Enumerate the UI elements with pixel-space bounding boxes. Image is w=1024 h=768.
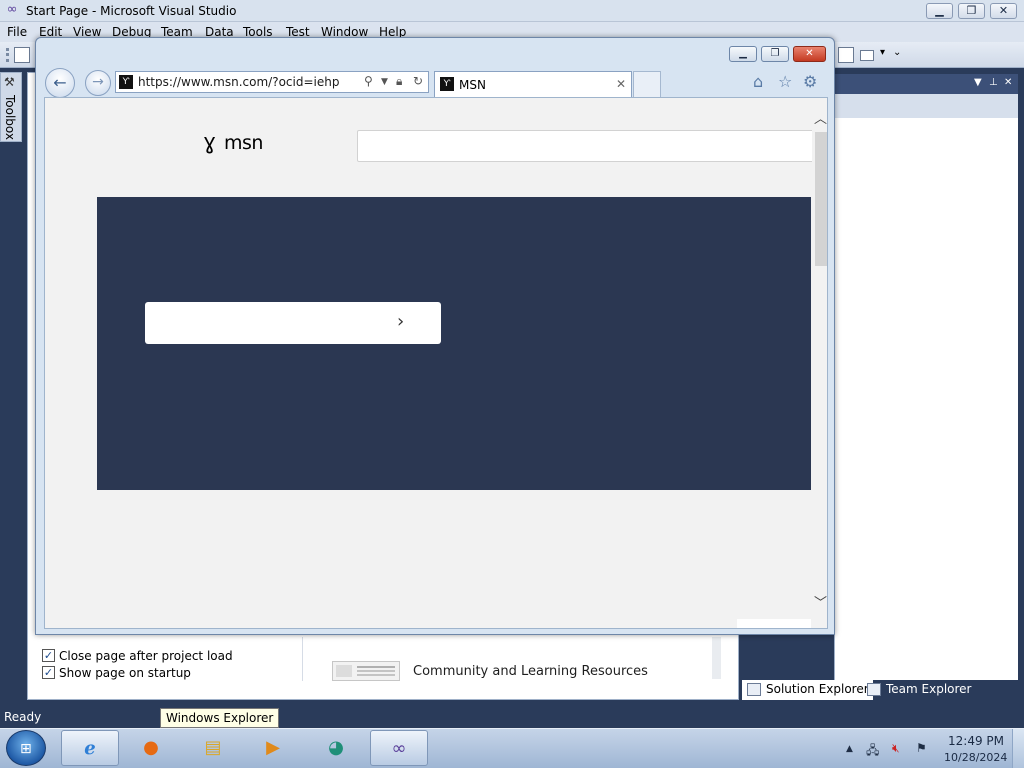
class-view-icon[interactable] xyxy=(838,47,854,63)
tab-team-explorer[interactable]: Team Explorer xyxy=(862,680,976,700)
media-player-icon[interactable]: ▶ xyxy=(244,730,302,766)
solution-explorer-pane xyxy=(834,118,1018,680)
refresh-icon[interactable]: ↻ xyxy=(413,74,423,88)
toolbar-dropdown-icon[interactable]: ▾ xyxy=(880,47,885,58)
internet-explorer-window: ▁ ❐ ✕ ← → Ƴ https://www.msn.com/?ocid=ie… xyxy=(35,37,835,635)
tooltip: Windows Explorer xyxy=(160,708,280,728)
menu-file[interactable]: File xyxy=(7,25,27,39)
close-tab-icon[interactable]: ✕ xyxy=(616,77,626,91)
msn-butterfly-icon: Ƴ xyxy=(440,77,454,91)
visual-studio-logo-icon: ∞ xyxy=(6,2,18,17)
solution-explorer-toolbar xyxy=(834,94,1018,118)
address-bar[interactable]: Ƴ https://www.msn.com/?ocid=iehp ⚲ ▼ 🔒︎ … xyxy=(115,71,429,93)
network-icon[interactable]: 🖧︎ xyxy=(866,741,879,762)
community-resources-link[interactable]: Community and Learning Resources xyxy=(413,664,648,679)
msn-hero-banner: › xyxy=(97,197,811,490)
home-icon[interactable]: ⌂ xyxy=(753,72,763,91)
favorites-star-icon[interactable]: ☆ xyxy=(778,72,792,91)
web-page-viewport: ɣ msn › ︿ ﹀ xyxy=(44,97,828,629)
ie-restore-button[interactable]: ❐ xyxy=(761,46,789,62)
clock-date[interactable]: 10/28/2024 xyxy=(944,751,1007,764)
status-text: Ready xyxy=(4,710,42,724)
msn-butterfly-icon: ɣ xyxy=(203,130,217,155)
msn-logo[interactable]: ɣ msn xyxy=(203,130,273,158)
solution-explorer-header: ▼ ⊥ ✕ xyxy=(834,74,1018,94)
pin-icon[interactable]: ⊥ xyxy=(989,77,998,88)
new-project-icon[interactable] xyxy=(14,47,30,63)
forward-arrow-icon[interactable]: → xyxy=(85,70,111,96)
scrollbar-thumb[interactable] xyxy=(815,132,827,266)
team-explorer-icon xyxy=(867,683,881,696)
new-tab-button[interactable] xyxy=(633,71,661,97)
settings-gear-icon[interactable]: ⚙ xyxy=(803,72,817,91)
window-title: Start Page - Microsoft Visual Studio xyxy=(26,4,237,18)
solution-explorer-icon xyxy=(747,683,761,696)
back-arrow-icon[interactable]: ← xyxy=(45,68,75,98)
edge-icon[interactable]: ◕ xyxy=(307,730,365,766)
scroll-down-icon[interactable]: ﹀ xyxy=(814,592,827,611)
start-page-divider xyxy=(302,637,303,681)
clock-time[interactable]: 12:49 PM xyxy=(948,734,1004,748)
close-button[interactable]: ✕ xyxy=(990,3,1017,19)
volume-muted-icon[interactable]: 🔇︎ xyxy=(892,741,900,756)
restore-button[interactable]: ❐ xyxy=(958,3,985,19)
toolbar-grip[interactable] xyxy=(6,48,9,62)
ie-minimize-button[interactable]: ▁ xyxy=(729,46,757,62)
tab-solution-explorer[interactable]: Solution Explorer xyxy=(742,680,873,700)
ie-close-button[interactable]: ✕ xyxy=(793,46,826,62)
close-icon[interactable]: ✕ xyxy=(1004,77,1012,88)
toolbox-icon: ⚒ xyxy=(4,75,15,89)
tab-title: MSN xyxy=(459,78,486,92)
start-page-scrollbar[interactable] xyxy=(712,637,721,679)
msn-logo-text: msn xyxy=(224,132,263,154)
action-center-flag-icon[interactable]: ⚑ xyxy=(916,741,927,755)
address-url[interactable]: https://www.msn.com/?ocid=iehp xyxy=(138,75,339,89)
show-on-startup-checkbox[interactable]: ✓ xyxy=(42,666,55,679)
page-scrollbar[interactable]: ︿ ﹀ xyxy=(812,102,827,618)
firefox-icon[interactable]: ● xyxy=(122,730,180,766)
community-thumbnail[interactable] xyxy=(332,661,400,681)
feedback-tab[interactable] xyxy=(737,619,811,628)
internet-explorer-icon[interactable]: ℯ xyxy=(61,730,119,766)
vs-title-bar: ∞ Start Page - Microsoft Visual Studio ▁… xyxy=(0,0,1024,22)
toolbox-label: Toolbox xyxy=(3,95,17,140)
tab-msn[interactable]: Ƴ MSN ✕ xyxy=(434,71,632,97)
visual-studio-taskbar-icon[interactable]: ∞ xyxy=(370,730,428,766)
scroll-up-icon[interactable]: ︿ xyxy=(814,108,827,127)
close-after-load-label: Close page after project load xyxy=(59,649,233,663)
search-icon[interactable]: ⚲ xyxy=(364,74,373,88)
toolbar-overflow-icon[interactable]: ⌄ xyxy=(893,47,901,58)
window-layout-icon[interactable] xyxy=(860,50,874,61)
folder-icon[interactable]: ▤ xyxy=(184,730,242,766)
search-dropdown-icon[interactable]: ▼ xyxy=(381,77,388,87)
msn-search-input[interactable] xyxy=(357,130,815,162)
windows-start-icon: ⊞ xyxy=(20,741,32,757)
window-position-icon[interactable]: ▼ xyxy=(974,77,982,88)
msn-hero-card[interactable]: › xyxy=(145,302,441,344)
start-button[interactable]: ⊞ xyxy=(6,730,46,766)
show-desktop-button[interactable] xyxy=(1012,729,1024,768)
show-on-startup-label: Show page on startup xyxy=(59,666,191,680)
lock-icon[interactable]: 🔒︎ xyxy=(396,74,402,89)
chevron-right-icon[interactable]: › xyxy=(397,311,404,332)
msn-butterfly-icon: Ƴ xyxy=(119,75,133,89)
status-bar xyxy=(0,707,1024,728)
minimize-button[interactable]: ▁ xyxy=(926,3,953,19)
show-hidden-icons-icon[interactable]: ▲ xyxy=(846,744,853,754)
toolbox-tab[interactable]: ⚒ Toolbox xyxy=(0,72,22,142)
close-after-load-checkbox[interactable]: ✓ xyxy=(42,649,55,662)
